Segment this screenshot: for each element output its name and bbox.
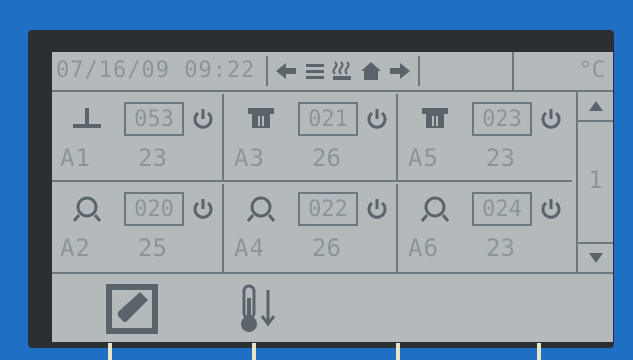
action-bar: [52, 272, 613, 344]
status-blank: [418, 52, 514, 90]
power-icon[interactable]: [191, 106, 215, 130]
home-icon[interactable]: [360, 60, 382, 82]
softkey-marker: [537, 343, 541, 360]
zone-label: A5: [408, 144, 439, 172]
menu-icon[interactable]: [304, 61, 326, 81]
setpoint-box[interactable]: 023: [472, 102, 532, 136]
setpoint-box[interactable]: 022: [298, 192, 358, 226]
softkey-marker: [108, 343, 112, 360]
setpoint-box[interactable]: 024: [472, 192, 532, 226]
heating-icon[interactable]: [332, 60, 354, 82]
zone-label: A2: [60, 234, 91, 262]
setpoint-box[interactable]: 020: [124, 192, 184, 226]
power-icon[interactable]: [365, 106, 389, 130]
nav-icons: [266, 56, 420, 86]
arrow-right-icon[interactable]: [388, 61, 412, 81]
setpoint-box[interactable]: 021: [298, 102, 358, 136]
power-icon[interactable]: [539, 196, 563, 220]
zone-temperature: 23: [138, 144, 167, 172]
radiant-floor-icon: [73, 108, 101, 128]
zone-label: A1: [60, 144, 91, 172]
row-divider: [52, 180, 572, 182]
zone-a3[interactable]: 021 A3 26: [226, 94, 398, 182]
zone-a1[interactable]: 053 A1 23: [52, 94, 224, 182]
zone-temperature: 23: [486, 144, 515, 172]
thermometer-down-icon[interactable]: [236, 282, 292, 336]
zone-a5[interactable]: 023 A5 23: [400, 94, 572, 182]
fan-coil-icon: [72, 196, 102, 222]
zone-temperature: 23: [486, 234, 515, 262]
zone-a6[interactable]: 024 A6 23: [400, 184, 572, 272]
fan-coil-icon: [420, 196, 450, 222]
softkey-marker: [396, 343, 400, 360]
arrow-up-icon: [588, 101, 603, 111]
arrow-down-icon: [588, 253, 603, 263]
edit-icon[interactable]: [104, 282, 160, 336]
fan-coil-icon: [246, 196, 276, 222]
zone-label: A6: [408, 234, 439, 262]
page-scroller: 1: [576, 92, 613, 272]
zone-temperature: 25: [138, 234, 167, 262]
scroll-up-button[interactable]: [578, 92, 613, 122]
page-number: 1: [588, 166, 603, 194]
zone-temperature: 26: [312, 234, 341, 262]
lcd-screen: 07/16/09 09:22 °C 053 A1 23 021 A3 26 02…: [52, 52, 613, 342]
softkey-marker: [252, 343, 256, 360]
arrow-left-icon[interactable]: [274, 61, 298, 81]
zone-temperature: 26: [312, 144, 341, 172]
status-bar: 07/16/09 09:22 °C: [52, 52, 613, 92]
setpoint-box[interactable]: 053: [124, 102, 184, 136]
zone-a2[interactable]: 020 A2 25: [52, 184, 224, 272]
zone-grid: 053 A1 23 021 A3 26 023 A5 23 020 A2 25 …: [52, 92, 572, 272]
zone-a4[interactable]: 022 A4 26: [226, 184, 398, 272]
power-icon[interactable]: [191, 196, 215, 220]
datetime-readout: 07/16/09 09:22: [56, 58, 256, 83]
power-icon[interactable]: [539, 106, 563, 130]
unit-label: °C: [578, 58, 606, 83]
scroll-down-button[interactable]: [578, 242, 613, 272]
ceiling-unit-icon: [248, 108, 274, 128]
ceiling-unit-icon: [422, 108, 448, 128]
power-icon[interactable]: [365, 196, 389, 220]
zone-label: A4: [234, 234, 265, 262]
zone-label: A3: [234, 144, 265, 172]
